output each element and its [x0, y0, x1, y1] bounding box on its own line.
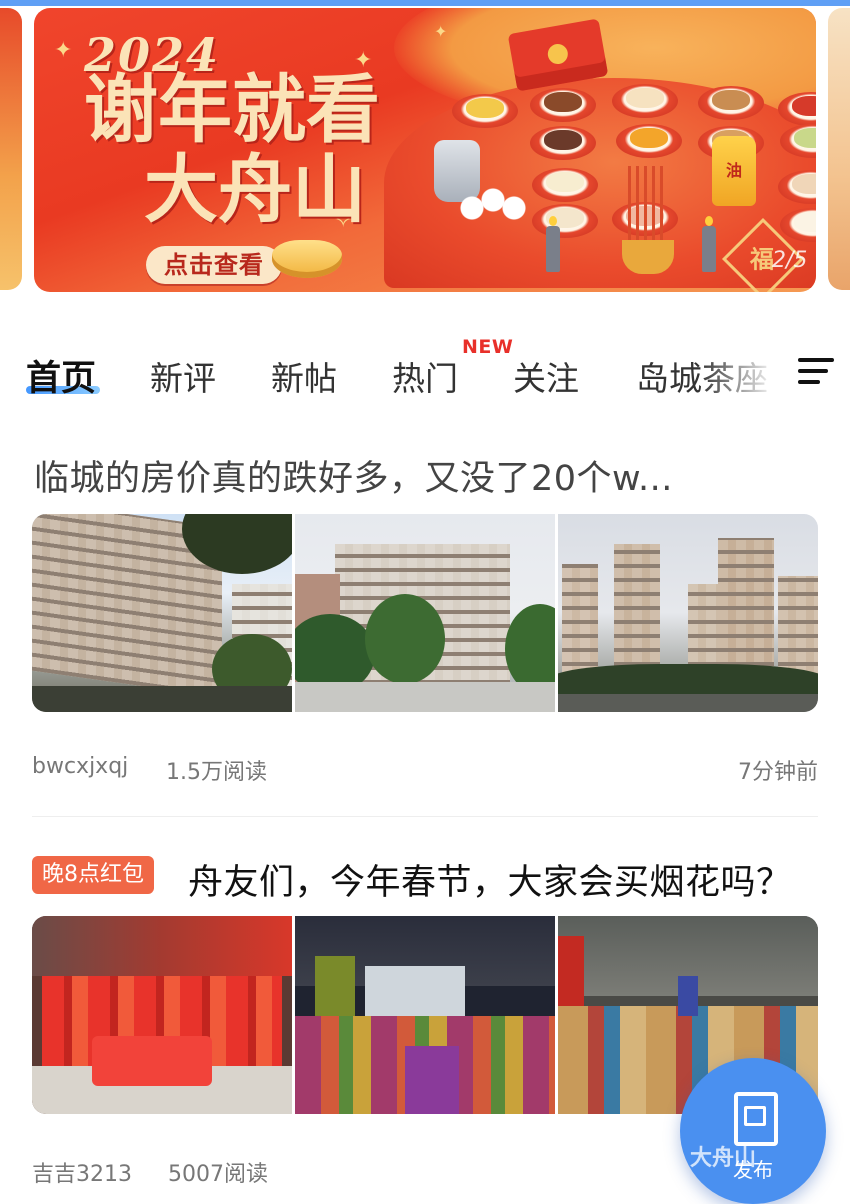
oil-bottle-icon: 油	[712, 136, 756, 206]
sparkle-icon: ✦	[54, 38, 73, 63]
menu-icon[interactable]	[798, 356, 834, 386]
dish-icon	[532, 168, 598, 202]
tab-home[interactable]: 首页	[26, 350, 96, 401]
dish-icon	[532, 204, 598, 238]
residential-block-photo[interactable]	[295, 514, 555, 712]
dish-icon	[612, 84, 678, 118]
tab-hot[interactable]: 热门	[392, 352, 458, 400]
fireworks-shop-photo[interactable]	[32, 916, 292, 1114]
banner-headline-line1: 谢年就看	[84, 67, 380, 153]
tab-new-badge: NEW	[462, 336, 514, 358]
oil-bottle-label: 油	[725, 161, 742, 180]
tabs-fade-overlay	[700, 340, 790, 410]
post-read-count: 1.5万阅读	[166, 760, 267, 785]
post-divider	[32, 816, 818, 817]
banner-headline: 2024 谢年就看 大舟山	[84, 28, 414, 230]
tab-following[interactable]: 关注	[513, 352, 579, 400]
dish-icon	[530, 126, 596, 160]
gold-ingot-icon	[272, 240, 342, 278]
category-tabs: 首页 新评 新帖 热门 NEW 关注 岛城茶座	[0, 336, 850, 410]
image-post-icon	[734, 1092, 778, 1146]
tab-new-posts[interactable]: 新帖	[271, 352, 337, 400]
dish-icon	[452, 94, 518, 128]
post-author[interactable]: 吉吉3213	[32, 1156, 132, 1188]
banner-prev-slide[interactable]	[0, 8, 22, 290]
fireworks-stall-night-photo[interactable]	[295, 916, 555, 1114]
sparkle-icon: ✦	[434, 22, 448, 41]
candle-icon	[546, 216, 560, 272]
post-time: 7分钟前	[738, 760, 818, 785]
carousel-indicator: 2/5	[772, 248, 808, 273]
eggs-icon	[458, 184, 528, 224]
post-read-count: 5007阅读	[168, 1162, 268, 1187]
post-title[interactable]: 舟友们，今年春节，大家会买烟花吗？	[188, 854, 792, 905]
publish-button[interactable]: 发布	[680, 1058, 826, 1204]
post-image-grid[interactable]	[32, 514, 818, 712]
post-author[interactable]: bwcxjxqj	[32, 754, 128, 779]
dish-icon	[616, 124, 682, 158]
top-status-strip	[0, 0, 850, 6]
apartment-buildings-photo[interactable]	[32, 514, 292, 712]
banner-next-slide[interactable]	[828, 8, 850, 290]
dish-icon	[530, 88, 596, 122]
banner-headline-line2: 大舟山	[144, 147, 366, 233]
candle-icon	[702, 216, 716, 272]
incense-pot-icon	[622, 240, 674, 274]
tab-new-comments[interactable]: 新评	[150, 352, 216, 400]
promo-banner[interactable]: ✦ ✦ ✧ ✦ 2024 谢年就看 大舟山 点击查看 油 福 2/5	[34, 8, 816, 292]
dish-icon	[698, 86, 764, 120]
banner-cta-button[interactable]: 点击查看	[146, 246, 282, 284]
red-packet-tag: 晚8点红包	[32, 856, 154, 894]
fu-char: 福	[749, 244, 774, 274]
watermark-logo: 大舟山	[690, 1146, 757, 1171]
high-rise-towers-photo[interactable]	[558, 514, 818, 712]
post-title[interactable]: 临城的房价真的跌好多，又没了20个w...	[34, 450, 673, 501]
